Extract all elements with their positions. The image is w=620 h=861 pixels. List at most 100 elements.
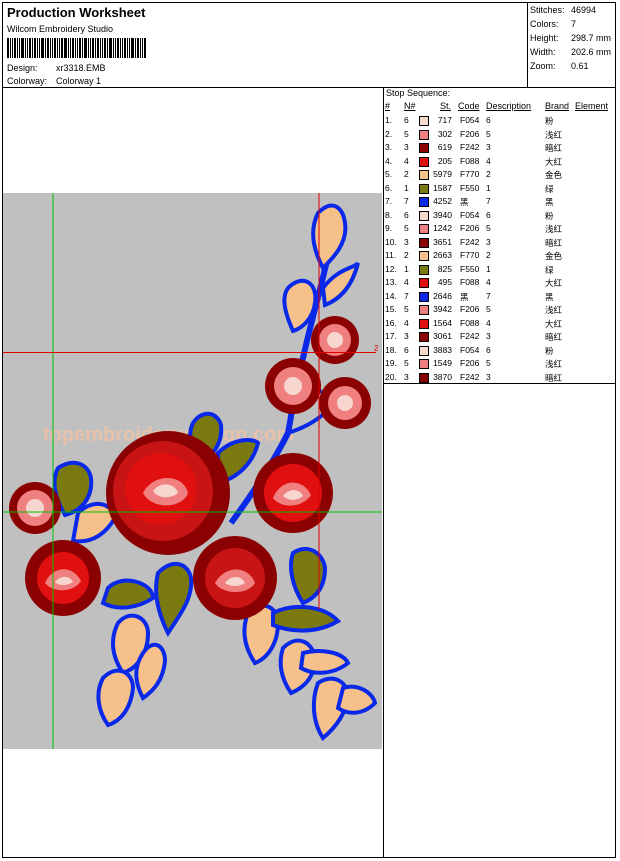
barcode-bar <box>41 38 44 58</box>
rose-right <box>253 453 333 533</box>
stop-sequence-row: 7. 7 4252 黑 7 黑 <box>384 195 616 208</box>
row-number: 20. <box>385 371 397 382</box>
row-number: 17. <box>385 331 397 341</box>
stat-height: Height: 298.7 mm <box>530 33 612 43</box>
color-swatch <box>419 291 429 302</box>
stitch-count: 5979 <box>433 169 452 179</box>
color-description: 5 <box>486 358 491 368</box>
rose-left <box>25 540 101 616</box>
barcode-bar <box>88 38 89 58</box>
barcode-bar <box>21 38 24 58</box>
color-code: F088 <box>460 155 480 166</box>
company-name: Wilcom Embroidery Studio <box>7 24 114 34</box>
color-code: F206 <box>460 128 480 139</box>
color-description: 4 <box>486 277 491 287</box>
stitch-count: 619 <box>437 142 452 152</box>
embroidery-design: topembroiderydesign.com <box>3 193 382 749</box>
brand-name: 绿 <box>545 264 554 275</box>
color-swatch <box>419 372 429 383</box>
col-header-needle: N# <box>404 101 416 111</box>
color-swatch <box>419 116 429 126</box>
stop-sequence-row: 2. 5 302 F206 5 浅红 <box>384 128 616 141</box>
row-number: 16. <box>385 317 397 328</box>
col-header-code: Code <box>458 101 480 111</box>
barcode-bar <box>124 38 126 58</box>
stitch-count: 717 <box>437 115 452 125</box>
color-swatch <box>419 197 429 207</box>
row-number: 2. <box>385 128 393 139</box>
rose-upper-right <box>319 377 371 429</box>
stop-sequence-row: 10. 3 3651 F242 3 暗红 <box>384 236 616 249</box>
barcode-bar <box>25 38 26 58</box>
needle-number: 3 <box>404 236 409 247</box>
barcode-bar <box>77 38 78 58</box>
barcode-bar <box>144 38 146 58</box>
needle-number: 6 <box>404 344 409 355</box>
row-number: 13. <box>385 277 397 287</box>
color-swatch <box>419 305 429 315</box>
row-number: 19. <box>385 358 397 368</box>
barcode-bar <box>82 38 83 58</box>
stitch-count: 1549 <box>433 358 452 368</box>
color-swatch <box>419 224 429 234</box>
stop-sequence-row: 18. 6 3883 F054 6 粉 <box>384 344 616 357</box>
color-code: F242 <box>460 331 480 341</box>
design-label: Design: <box>7 63 38 73</box>
barcode-bar <box>39 38 40 58</box>
stop-sequence-row: 15. 5 3942 F206 5 浅红 <box>384 303 616 316</box>
stitch-count: 3061 <box>433 331 452 341</box>
stop-sequence-row: 3. 3 619 F242 3 暗红 <box>384 141 616 154</box>
page-title: Production Worksheet <box>7 5 146 20</box>
rose-bottom-center <box>193 536 277 620</box>
stop-sequence-row: 11. 2 2663 F770 2 金色 <box>384 249 616 262</box>
color-swatch <box>419 129 429 140</box>
barcode-bar <box>7 38 9 58</box>
stitch-count: 1564 <box>433 317 452 328</box>
stop-sequence-row: 1. 6 717 F054 6 粉 <box>384 114 616 127</box>
brand-name: 金色 <box>545 251 563 261</box>
needle-number: 3 <box>404 371 409 382</box>
needle-number: 1 <box>404 182 409 193</box>
barcode <box>7 38 147 58</box>
color-code: F550 <box>460 182 480 193</box>
rose-top <box>311 316 359 364</box>
brand-name: 黑 <box>545 197 554 207</box>
barcode-bar <box>135 38 136 58</box>
color-code: F242 <box>460 142 480 152</box>
stitch-count: 3883 <box>433 344 452 355</box>
colorway-label: Colorway: <box>7 76 48 86</box>
color-swatch <box>419 264 429 275</box>
stitch-count: 495 <box>437 277 452 287</box>
color-description: 1 <box>486 263 491 274</box>
color-description: 6 <box>486 344 491 355</box>
guide-horizontal-red <box>3 352 376 353</box>
main-rose <box>106 431 230 555</box>
stitch-count: 2646 <box>433 290 452 301</box>
brand-name: 暗红 <box>545 332 563 342</box>
brand-name: 浅红 <box>545 305 563 315</box>
brand-name: 浅红 <box>545 224 563 234</box>
needle-number: 6 <box>404 209 409 220</box>
barcode-bar <box>29 38 31 58</box>
needle-number: 6 <box>404 115 409 125</box>
stitch-count: 4252 <box>433 196 452 206</box>
color-swatch <box>419 237 429 248</box>
brand-name: 暗红 <box>545 372 563 383</box>
color-code: F770 <box>460 250 480 260</box>
barcode-bar <box>32 38 33 58</box>
brand-name: 金色 <box>545 170 563 180</box>
color-code: F550 <box>460 263 480 274</box>
barcode-bar <box>100 38 101 58</box>
barcode-bar <box>47 38 49 58</box>
brand-name: 浅红 <box>545 359 563 369</box>
barcode-bar <box>75 38 76 58</box>
barcode-bar <box>109 38 112 58</box>
color-description: 6 <box>486 209 491 220</box>
col-header-brand: Brand <box>545 101 570 111</box>
stitch-count: 3942 <box>433 304 452 314</box>
barcode-bar <box>97 38 99 58</box>
guide-marker-label: 2 <box>374 344 379 353</box>
col-header-stitches: St. <box>440 101 452 111</box>
color-swatch <box>419 359 429 369</box>
needle-number: 5 <box>404 128 409 139</box>
